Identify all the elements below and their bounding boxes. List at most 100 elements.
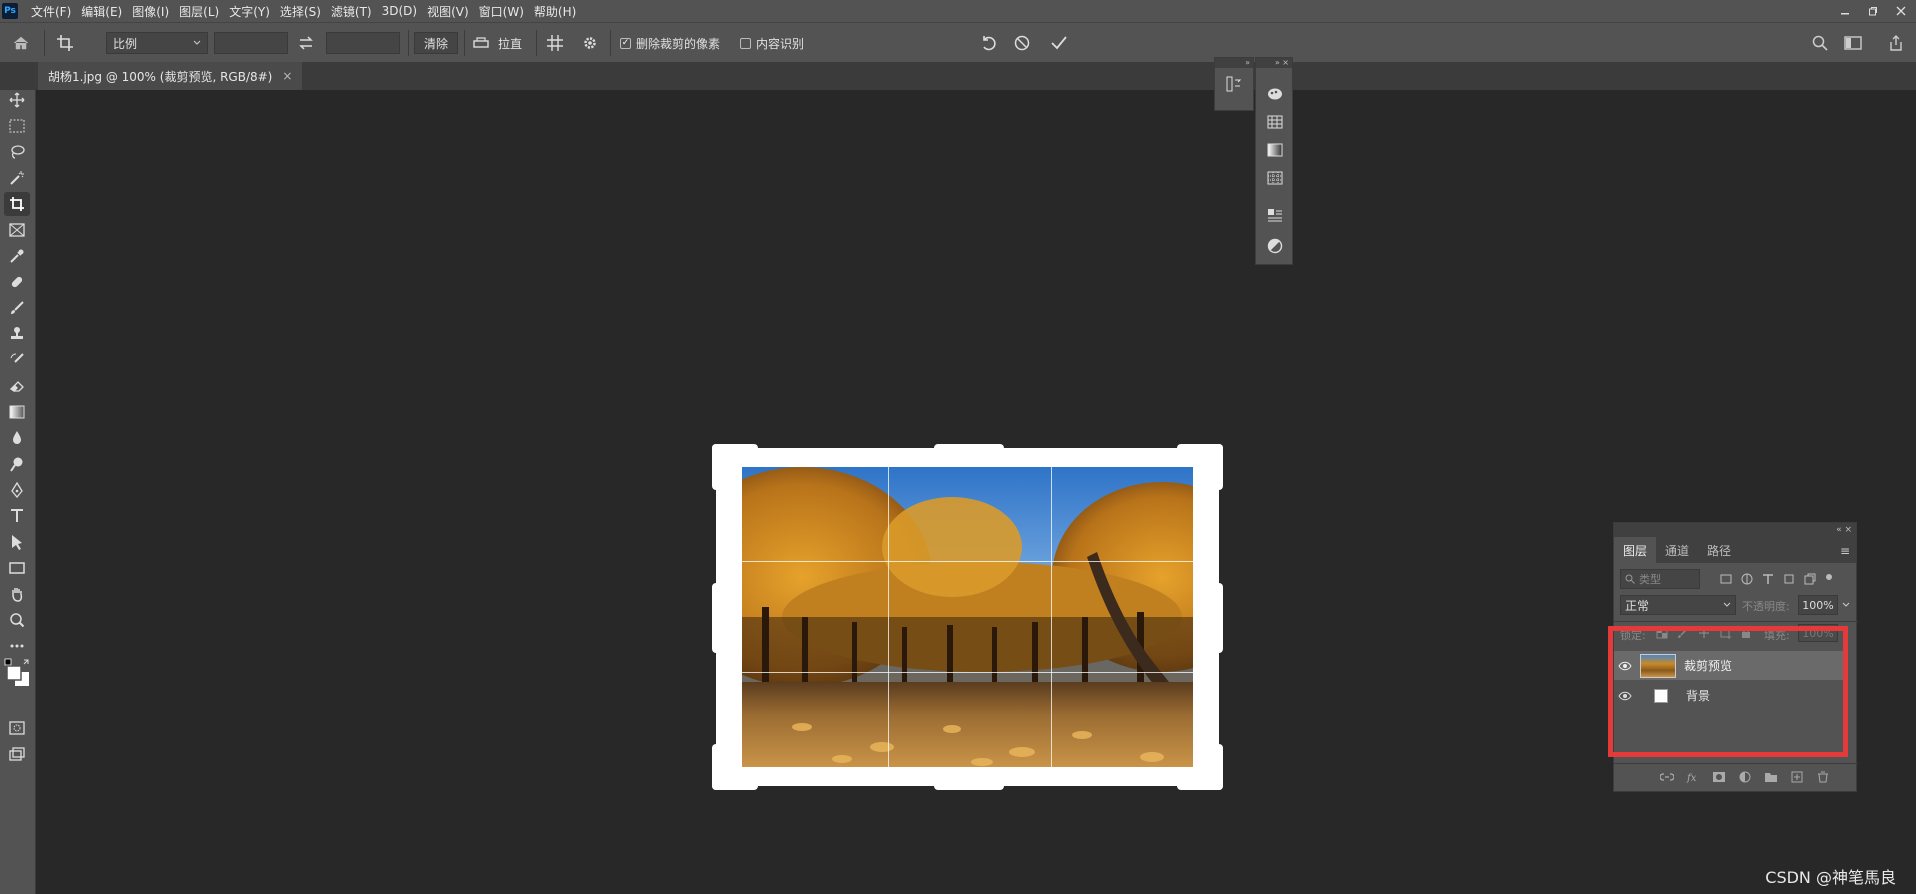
healing-brush-tool[interactable] [4, 270, 30, 294]
color-panel-button[interactable] [1265, 84, 1285, 104]
lasso-tool[interactable] [4, 140, 30, 164]
crop-handle-left[interactable] [712, 583, 724, 653]
straighten-button[interactable]: 拉直 [472, 23, 522, 63]
frame-tool[interactable] [4, 218, 30, 242]
opacity-chevron-icon[interactable] [1842, 602, 1850, 608]
menu-type[interactable]: 文字(Y) [224, 3, 275, 20]
tab-layers[interactable]: 图层 [1614, 537, 1657, 563]
link-layers-icon[interactable] [1660, 771, 1674, 783]
home-button[interactable] [12, 23, 30, 63]
crop-handle-top-left-v[interactable] [712, 444, 724, 490]
adjustments-panel-button[interactable] [1265, 236, 1285, 256]
new-layer-icon[interactable] [1790, 771, 1804, 783]
panel-collapse-controls[interactable]: « × [1614, 523, 1856, 537]
add-mask-icon[interactable] [1712, 771, 1726, 783]
gradient-tool[interactable] [4, 400, 30, 424]
opacity-field[interactable]: 100% [1798, 595, 1838, 615]
adjustment-layer-icon[interactable] [1738, 771, 1752, 783]
ratio-select[interactable]: 比例 [106, 32, 208, 54]
marquee-tool[interactable] [4, 114, 30, 138]
delete-layer-icon[interactable] [1816, 771, 1830, 783]
pen-tool[interactable] [4, 478, 30, 502]
filter-toggle-icon[interactable] [1825, 573, 1833, 585]
overlay-options-button[interactable] [546, 23, 564, 63]
delete-cropped-checkbox[interactable]: ✓ 删除裁剪的像素 [620, 23, 720, 63]
magic-wand-tool[interactable] [4, 166, 30, 190]
panel-menu-icon[interactable]: ≡ [1840, 544, 1850, 558]
type-tool[interactable] [4, 504, 30, 528]
minimize-icon[interactable] [1840, 6, 1850, 16]
menu-layer[interactable]: 图层(L) [174, 3, 224, 20]
path-selection-tool[interactable] [4, 530, 30, 554]
filter-shape-icon[interactable] [1783, 573, 1795, 585]
share-button[interactable] [1888, 23, 1904, 63]
menu-3d[interactable]: 3D(D) [377, 4, 422, 18]
search-button[interactable] [1812, 23, 1828, 63]
close-window-icon[interactable] [1896, 6, 1906, 16]
rectangle-tool[interactable] [4, 556, 30, 580]
crop-handle-bottom[interactable] [934, 778, 1004, 790]
menu-file[interactable]: 文件(F) [26, 3, 76, 20]
document-tab-title: 胡杨1.jpg @ 100% (裁剪预览, RGB/8#) [48, 69, 273, 84]
fx-icon[interactable]: fx [1686, 771, 1700, 783]
close-tab-icon[interactable]: × [282, 69, 292, 83]
blur-tool[interactable] [4, 426, 30, 450]
crop-preset-button[interactable] [56, 23, 74, 63]
commit-button[interactable] [1050, 23, 1068, 63]
clear-button[interactable]: 清除 [414, 32, 458, 54]
blend-mode-select[interactable]: 正常 [1620, 595, 1736, 615]
menu-image[interactable]: 图像(I) [127, 3, 174, 20]
reset-button[interactable] [980, 23, 998, 63]
crop-handle-top[interactable] [934, 444, 1004, 456]
restore-icon[interactable] [1868, 6, 1878, 16]
hand-tool[interactable] [4, 582, 30, 606]
clone-stamp-tool[interactable] [4, 322, 30, 346]
crop-handle-bottom-right-v[interactable] [1211, 744, 1223, 790]
tab-paths[interactable]: 路径 [1698, 537, 1740, 563]
menu-select[interactable]: 选择(S) [275, 3, 326, 20]
screen-mode-button[interactable] [4, 742, 30, 766]
expand-panel-icon-2[interactable]: » × [1256, 58, 1292, 68]
quick-mask-button[interactable] [4, 716, 30, 740]
history-panel-button[interactable] [1224, 74, 1244, 94]
gradients-panel-button[interactable] [1265, 140, 1285, 160]
filter-adjustment-icon[interactable] [1741, 573, 1753, 585]
document-tab[interactable]: 胡杨1.jpg @ 100% (裁剪预览, RGB/8#) × [38, 62, 303, 90]
more-tools[interactable] [4, 634, 30, 658]
crop-tool[interactable] [4, 192, 30, 216]
menu-view[interactable]: 视图(V) [422, 3, 474, 20]
cancel-button[interactable] [1014, 23, 1030, 63]
crop-settings-button[interactable] [582, 23, 598, 63]
height-field[interactable] [326, 32, 400, 54]
filter-type-icon[interactable] [1762, 573, 1774, 585]
filter-smart-object-icon[interactable] [1804, 573, 1816, 585]
content-aware-checkbox[interactable]: 内容识别 [740, 23, 804, 63]
move-tool[interactable] [4, 88, 30, 112]
menu-filter[interactable]: 滤镜(T) [326, 3, 377, 20]
properties-panel-button[interactable] [1265, 206, 1285, 226]
width-field[interactable] [214, 32, 288, 54]
eraser-tool[interactable] [4, 374, 30, 398]
crop-handle-right[interactable] [1211, 583, 1223, 653]
menu-window[interactable]: 窗口(W) [474, 3, 529, 20]
workspace-button[interactable] [1844, 23, 1862, 63]
swatches-panel-button[interactable] [1265, 112, 1285, 132]
expand-panel-icon[interactable]: » [1215, 58, 1253, 68]
brush-tool[interactable] [4, 296, 30, 320]
eyedropper-tool[interactable] [4, 244, 30, 268]
crop-handle-bottom-left-v[interactable] [712, 744, 724, 790]
dodge-tool[interactable] [4, 452, 30, 476]
zoom-tool[interactable] [4, 608, 30, 632]
menu-help[interactable]: 帮助(H) [529, 3, 581, 20]
layer-filter-search[interactable]: 类型 [1620, 569, 1700, 589]
menu-edit[interactable]: 编辑(E) [76, 3, 127, 20]
hand-icon [12, 588, 23, 602]
filter-pixel-icon[interactable] [1720, 573, 1732, 585]
tab-channels[interactable]: 通道 [1656, 537, 1698, 563]
patterns-panel-button[interactable] [1265, 168, 1285, 188]
history-brush-tool[interactable] [4, 348, 30, 372]
color-swatches[interactable] [4, 658, 30, 688]
crop-handle-top-right-v[interactable] [1211, 444, 1223, 490]
swap-button[interactable] [298, 23, 314, 63]
new-group-icon[interactable] [1764, 771, 1778, 783]
